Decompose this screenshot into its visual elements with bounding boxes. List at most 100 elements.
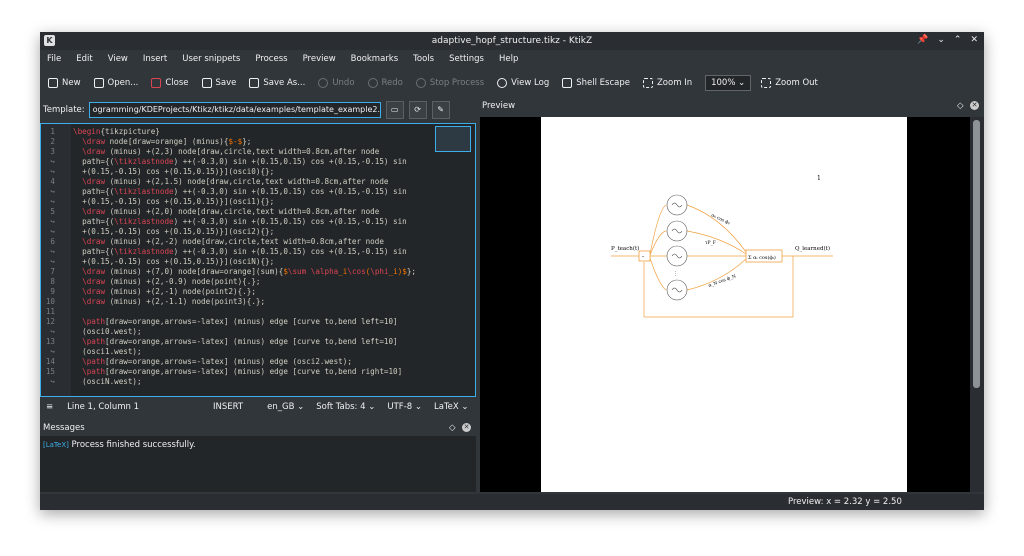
code-text: path={(\tikzlastnode) ++(-0.3,0) sin +(0… [73,217,407,226]
code-line[interactable]: 10 \draw (minus) +(2,-1.1) node(point3){… [41,297,441,307]
maximize-button[interactable]: ⌃ [954,35,962,45]
code-line[interactable]: ↪ path={(\tikzlastnode) ++(-0.3,0) sin +… [41,217,441,227]
dictionary-select[interactable]: en_GB ⌄ [267,402,304,412]
code-line[interactable]: 13 \path[draw=orange,arrows=-latex] (min… [41,337,441,347]
menu-process[interactable]: Process [255,54,287,64]
refresh-icon: ⟳ [414,105,421,114]
code-line[interactable]: ↪ (osciN.west); [41,377,441,387]
code-line[interactable]: ↪ (osci1.west); [41,347,441,357]
line-number: 14 [45,357,55,366]
open-button[interactable]: Open... [93,78,138,88]
new-label: New [62,78,81,88]
code-line[interactable]: 1 \begin{tikzpicture} [41,127,441,137]
minimap[interactable] [435,126,471,152]
menu-settings[interactable]: Settings [449,54,484,64]
code-line[interactable]: ↪ path={(\tikzlastnode) ++(-0.3,0) sin +… [41,247,441,257]
save-button[interactable]: Save [201,78,236,88]
close-preview-button[interactable]: ✕ [970,101,979,110]
redo-button[interactable]: Redo [367,78,403,88]
code-text: \draw (minus) +(2,1.5) node[draw,circle,… [82,177,389,186]
code-line[interactable]: 4 \draw (minus) +(2,1.5) node[draw,circl… [41,177,441,187]
code-line[interactable]: 5 \draw (minus) +(2,0) node[draw,circle,… [41,207,441,217]
code-line[interactable]: 3 \draw (minus) +(2,3) node[draw,circle,… [41,147,441,157]
code-line[interactable]: 14 \path[draw=orange,arrows=-latex] (min… [41,357,441,367]
code-text: \path[draw=orange,arrows=-latex] (minus)… [82,317,398,326]
menu-preview[interactable]: Preview [303,54,336,64]
window-title: adaptive_hopf_structure.tikz - KtikZ [431,36,593,46]
undo-label: Undo [332,78,355,88]
code-text: \path[draw=orange,arrows=-latex] (minus)… [82,357,352,366]
menu-bar: File Edit View Insert User snippets Proc… [40,50,984,68]
code-text: \draw node[draw=orange] (minus){$-$}; [82,137,252,146]
code-line[interactable]: 15 \path[draw=orange,arrows=-latex] (min… [41,367,441,377]
float-icon[interactable]: ◇ [449,423,456,433]
code-line[interactable]: 8 \draw (minus) +(2,-0.9) node(point){.}… [41,277,441,287]
syntax-select[interactable]: LaTeX ⌄ [434,402,469,412]
code-editor[interactable]: 1 \begin{tikzpicture} 2 \draw node[draw=or… [40,123,476,397]
menu-view[interactable]: View [108,54,128,64]
line-number: 3 [50,147,55,156]
code-line[interactable]: ↪ (osci0.west); [41,327,441,337]
code-text: \draw (minus) +(2,-1.1) node(point3){.}; [82,297,266,306]
code-line[interactable]: ↪ path={(\tikzlastnode) ++(-0.3,0) sin +… [41,157,441,167]
close-button[interactable]: Close [151,78,189,88]
zoom-in-button[interactable]: Zoom In [642,78,692,88]
preview-scrollbar[interactable] [970,117,984,492]
reload-template-button[interactable]: ⟳ [408,101,427,119]
minus-node [638,250,651,262]
code-line[interactable]: 7 \draw (minus) +(7,0) node[draw=orange]… [41,267,441,277]
edit-template-button[interactable]: ✎ [431,101,450,119]
view-log-button[interactable]: View Log [497,78,549,88]
close-file-icon [151,78,162,88]
zoom-select[interactable]: 100% ⌄ [705,75,752,91]
menu-help[interactable]: Help [499,54,518,64]
code-line[interactable]: ↪ path={(\tikzlastnode) ++(-0.3,0) sin +… [41,187,441,197]
code-line[interactable]: ↪ +(0.15,-0.15) cos +(0.15,0.15)}](osci1… [41,197,441,207]
code-line[interactable]: 11 [41,307,441,317]
code-line[interactable]: 2 \draw node[draw=orange] (minus){$-$}; [41,137,441,147]
new-button[interactable]: New [48,78,81,88]
save-as-button[interactable]: Save As... [249,78,305,88]
menu-edit[interactable]: Edit [76,54,92,64]
code-line[interactable]: 9 \draw (minus) +(2,-1) node(point2){.}; [41,287,441,297]
cursor-position[interactable]: Line 1, Column 1 [67,402,139,412]
code-line[interactable]: ↪ +(0.15,-0.15) cos +(0.15,0.15)}](osci0… [41,167,441,177]
template-input[interactable]: ogramming/KDEProjects/Ktikz/ktikz/data/e… [88,102,381,118]
code-text: path={(\tikzlastnode) ++(-0.3,0) sin +(0… [73,157,407,166]
preview-area[interactable]: 1 - Σ αᵢ cos(ϕᵢ) · · · P_teach(t) Q_lear… [480,117,970,492]
code-line[interactable]: ↪ +(0.15,-0.15) cos +(0.15,0.15)}](osciN… [41,257,441,267]
menu-insert[interactable]: Insert [143,54,167,64]
hamburger-icon[interactable]: ≡ [46,402,53,412]
float-icon[interactable]: ◇ [957,101,964,111]
close-window-button[interactable]: ✕ [970,35,978,45]
line-number: ↪ [50,327,55,336]
stop-process-button[interactable]: Stop Process [415,78,485,88]
code-text: path={(\tikzlastnode) ++(-0.3,0) sin +(0… [73,247,407,256]
code-line[interactable]: 12 \path[draw=orange,arrows=-latex] (min… [41,317,441,327]
menu-tools[interactable]: Tools [413,54,434,64]
encoding-select[interactable]: UTF-8 ⌄ [387,402,422,412]
pin-button[interactable]: 📌 [917,35,928,45]
minimize-button[interactable]: ⌄ [937,35,945,45]
log-icon [497,78,508,88]
menu-bookmarks[interactable]: Bookmarks [351,54,399,64]
line-number: ↪ [50,197,55,206]
indent-select[interactable]: Soft Tabs: 4 ⌄ [316,402,375,412]
stop-process-label: Stop Process [429,78,485,88]
code-line[interactable]: ↪ +(0.15,-0.15) cos +(0.15,0.15)}](osci2… [41,227,441,237]
zoom-out-button[interactable]: Zoom Out [761,78,818,88]
close-messages-button[interactable]: ✕ [462,423,471,432]
terminal-icon [562,78,573,88]
menu-user-snippets[interactable]: User snippets [182,54,240,64]
code-line[interactable]: 6 \draw (minus) +(2,-2) node[draw,circle… [41,237,441,247]
shell-escape-button[interactable]: Shell Escape [562,78,630,88]
undo-button[interactable]: Undo [318,78,355,88]
scrollbar-thumb[interactable] [973,120,980,388]
browse-template-button[interactable]: ▭ [385,101,404,119]
input-mode[interactable]: INSERT [213,402,243,412]
template-bar: Template: ogramming/KDEProjects/Ktikz/kt… [40,99,478,121]
menu-file[interactable]: File [47,54,61,64]
view-log-label: View Log [511,78,550,88]
zoom-out-label: Zoom Out [775,78,818,88]
alphaN-label: α_N cos ϕ_N [708,273,737,289]
